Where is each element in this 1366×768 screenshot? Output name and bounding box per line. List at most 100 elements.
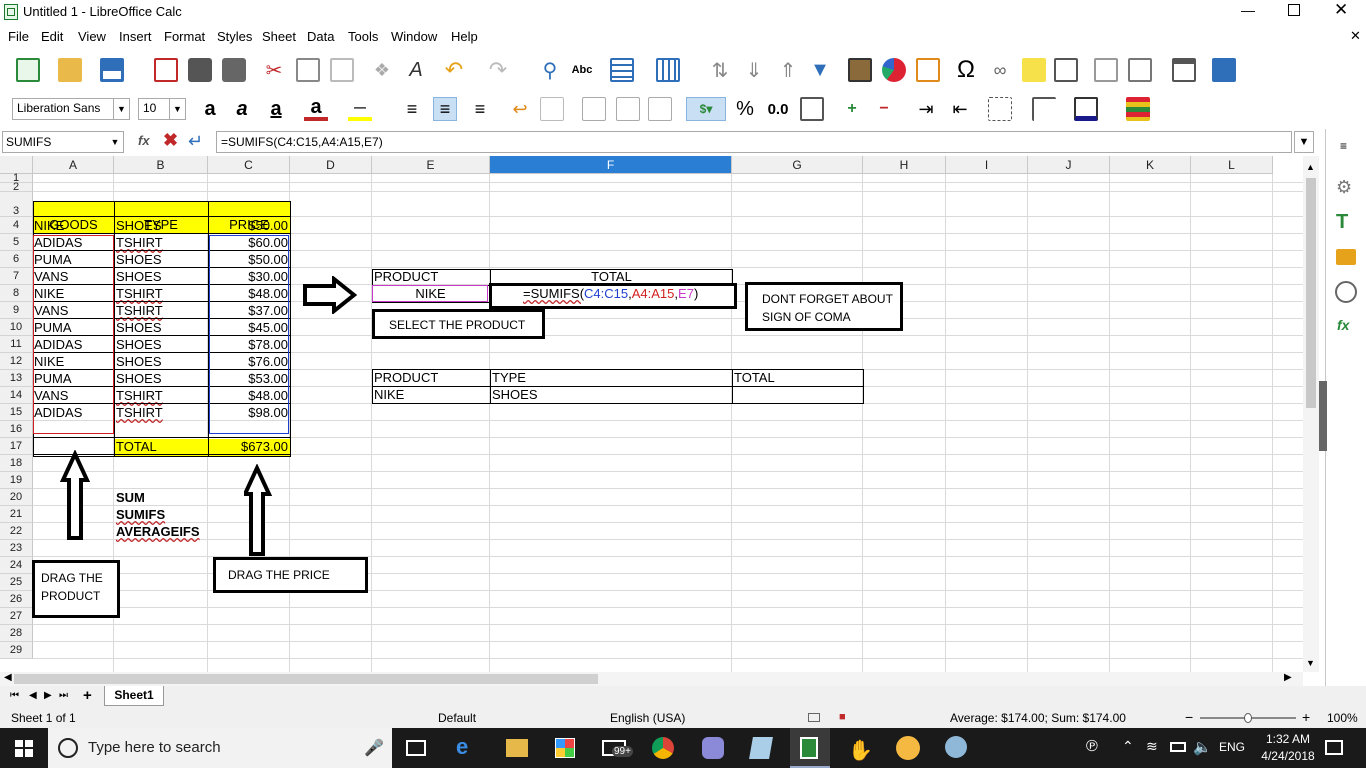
scroll-up-arrow[interactable]: ▲ (1306, 162, 1315, 172)
app-icon[interactable]: ✋ (848, 738, 873, 763)
borders-icon[interactable] (988, 97, 1012, 121)
language-status[interactable]: English (USA) (610, 711, 685, 725)
row-header-9[interactable]: 9 (0, 302, 33, 319)
cut-icon[interactable]: ✂ (262, 58, 286, 82)
minimize-button[interactable]: — (1238, 2, 1258, 20)
align-left-icon[interactable]: ≡ (400, 97, 424, 121)
border-color-icon[interactable] (1074, 97, 1098, 121)
lookup2-type-value[interactable]: SHOES (492, 387, 538, 403)
row-header-15[interactable]: 15 (0, 404, 33, 421)
row-header-4[interactable]: 4 (0, 217, 33, 234)
align-top-icon[interactable] (582, 97, 606, 121)
menu-format[interactable]: Format (164, 29, 205, 44)
chrome-icon[interactable] (652, 737, 674, 759)
task-view-icon[interactable] (406, 740, 426, 756)
freeze-rows-icon[interactable] (1128, 58, 1152, 82)
functions-icon[interactable]: fx (1337, 317, 1349, 333)
zoom-out-button[interactable]: − (1185, 709, 1193, 725)
percent-format-icon[interactable]: % (733, 97, 757, 121)
find-replace-icon[interactable]: ⚲ (538, 58, 562, 82)
hyperlink-icon[interactable]: ∞ (988, 58, 1012, 82)
spelling-icon[interactable]: Abc (570, 58, 594, 82)
mail-icon[interactable]: 99+ (602, 740, 633, 757)
number-format-icon[interactable]: 0.0 (764, 97, 792, 121)
function-sum[interactable]: SUM (116, 490, 145, 506)
copy-icon[interactable] (296, 58, 320, 82)
font-name-box[interactable]: Liberation Sans ▼ (12, 98, 130, 120)
row-header-24[interactable]: 24 (0, 557, 33, 574)
align-middle-icon[interactable] (616, 97, 640, 121)
edge-icon[interactable]: e (456, 734, 468, 760)
sidebar-menu-icon[interactable]: ≡ (1340, 139, 1347, 153)
app-icon[interactable] (896, 736, 920, 760)
store-icon[interactable] (555, 738, 575, 758)
lookup1-product-value[interactable]: NIKE (373, 286, 488, 302)
row-header-2[interactable]: 2 (0, 182, 33, 193)
clock-date[interactable]: 4/24/2018 (1252, 749, 1324, 763)
menu-help[interactable]: Help (451, 29, 478, 44)
search-box[interactable]: Type here to search 🎤 (48, 728, 392, 768)
volume-icon[interactable]: 🔈 (1193, 738, 1212, 756)
spreadsheet-grid[interactable]: ABCDEFGHIJKL 1 2 3 4 5 6 7 8 9 10 11 12 13 14 15 16 17 18… (0, 156, 1303, 672)
italic-icon[interactable]: a (230, 97, 254, 121)
sort-ascending-icon[interactable]: ⇓ (742, 58, 766, 82)
row-header-22[interactable]: 22 (0, 523, 33, 540)
row-header-7[interactable]: 7 (0, 268, 33, 285)
sidebar-collapse-handle[interactable] (1319, 381, 1327, 451)
zoom-slider-knob[interactable] (1244, 713, 1252, 723)
clock-time[interactable]: 1:32 AM (1258, 732, 1318, 746)
row-header-13[interactable]: 13 (0, 370, 33, 387)
row-header-23[interactable]: 23 (0, 540, 33, 557)
column-header-b[interactable]: B (114, 156, 208, 174)
add-sheet-button[interactable]: + (83, 687, 92, 704)
function-sumifs[interactable]: SUMIFS (116, 507, 165, 523)
row-header-29[interactable]: 29 (0, 642, 33, 659)
file-explorer-icon[interactable] (506, 739, 528, 757)
border-style-icon[interactable] (1032, 97, 1056, 121)
column-header-g[interactable]: G (732, 156, 863, 174)
properties-icon[interactable]: ⚙ (1336, 177, 1352, 198)
chevron-down-icon[interactable]: ▼ (113, 99, 129, 119)
next-sheet-button[interactable]: ▶ (44, 690, 52, 701)
menu-view[interactable]: View (78, 29, 106, 44)
print-icon[interactable] (188, 58, 212, 82)
column-header-f[interactable]: F (490, 156, 732, 174)
column-header-l[interactable]: L (1191, 156, 1273, 174)
menu-edit[interactable]: Edit (41, 29, 63, 44)
people-icon[interactable]: ℗ (1086, 738, 1098, 756)
first-sheet-button[interactable]: ⏮ (10, 690, 19, 701)
scroll-down-arrow[interactable]: ▼ (1306, 658, 1315, 668)
new-document-icon[interactable] (16, 58, 40, 82)
function-averageifs[interactable]: AVERAGEIFS (116, 524, 200, 540)
pivot-table-icon[interactable] (916, 58, 940, 82)
column-icon[interactable] (656, 58, 680, 82)
font-color-icon[interactable]: a (304, 96, 328, 121)
show-draw-functions-icon[interactable] (1212, 58, 1236, 82)
horizontal-scrollbar[interactable]: ◀ ▶ (0, 672, 1303, 686)
app-icon[interactable] (945, 736, 967, 758)
column-header-d[interactable]: D (290, 156, 372, 174)
formula-input[interactable]: =SUMIFS(C4:C15,A4:A15,E7) (216, 131, 1292, 153)
notifications-icon[interactable] (1325, 740, 1343, 755)
insert-chart-icon[interactable] (882, 58, 906, 82)
redo-icon[interactable]: ↷ (486, 57, 510, 82)
row-header-14[interactable]: 14 (0, 387, 33, 404)
chevron-down-icon[interactable]: ▼ (107, 132, 123, 152)
add-decimal-icon[interactable]: + (840, 97, 864, 121)
clear-formatting-icon[interactable]: A (404, 58, 428, 82)
scroll-right-arrow[interactable]: ▶ (1284, 672, 1292, 683)
row-header-26[interactable]: 26 (0, 591, 33, 608)
document-modified-icon[interactable]: ■ (839, 711, 846, 723)
row-header-21[interactable]: 21 (0, 506, 33, 523)
open-folder-icon[interactable] (58, 58, 82, 82)
styles-icon[interactable]: T (1336, 211, 1348, 234)
gallery-icon[interactable] (1336, 249, 1356, 265)
special-character-icon[interactable]: Ω (954, 56, 978, 83)
merge-cells-icon[interactable] (540, 97, 564, 121)
vertical-scrollbar[interactable]: ▲ ▼ (1303, 156, 1319, 672)
comment-icon[interactable] (1022, 58, 1046, 82)
font-size-box[interactable]: 10 ▼ (138, 98, 186, 120)
selection-mode-icon[interactable] (808, 713, 820, 722)
row-header-11[interactable]: 11 (0, 336, 33, 353)
paste-icon[interactable] (330, 58, 354, 82)
